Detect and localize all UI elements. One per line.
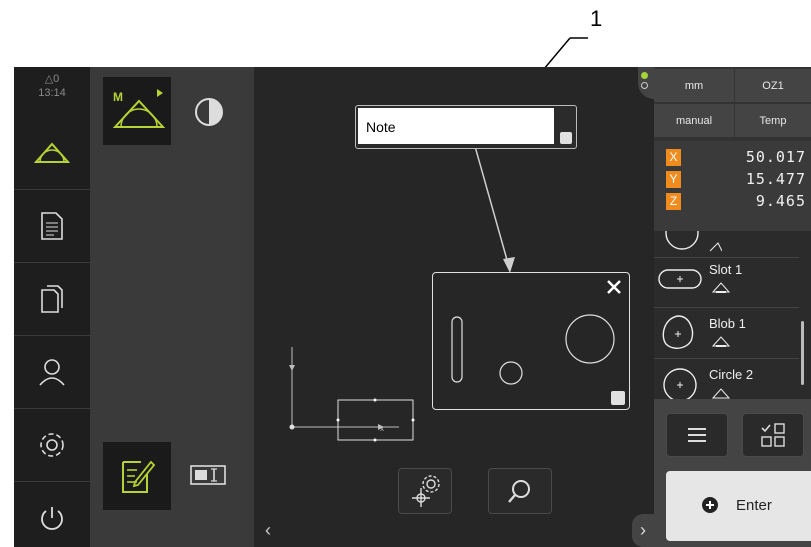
chevron-right-icon: › — [640, 520, 646, 540]
temperature-toggle[interactable]: Temp — [735, 104, 811, 137]
inspector-panel: mm OZ1 manual Temp X 50.017 Y 15.477 Z 9… — [654, 67, 811, 547]
sidebar-item-power[interactable] — [14, 482, 90, 547]
list-item[interactable]: Slot 1 — [654, 257, 799, 308]
note-resize-handle[interactable] — [560, 132, 572, 144]
contrast-icon[interactable] — [194, 97, 224, 127]
position-display: X 50.017 Y 15.477 Z 9.465 — [654, 141, 811, 231]
manual-measure-icon: M — [111, 87, 165, 135]
device-screen: △0 13:14 M x Note ‹ › mm OZ1 manual Temp… — [14, 67, 811, 547]
svg-text:x: x — [380, 424, 384, 433]
unit-toggle[interactable]: mm — [654, 69, 734, 102]
note-annotation[interactable]: Note — [355, 105, 577, 149]
expand-right-button[interactable]: › — [632, 514, 654, 547]
feature-label: Slot 1 — [709, 262, 743, 277]
axis-value: 50.017 — [745, 148, 806, 166]
menu-icon — [686, 427, 708, 443]
zoom-icon — [507, 478, 533, 504]
warning-count[interactable]: △0 — [14, 72, 90, 85]
position-settings-icon — [408, 474, 442, 508]
zoom-button[interactable] — [488, 468, 552, 514]
sidebar-item-file-management[interactable] — [14, 263, 90, 336]
feature-select-button[interactable] — [742, 413, 804, 457]
note-text: Note — [366, 119, 396, 135]
measure-icon — [34, 140, 70, 166]
position-row-x: X 50.017 — [666, 148, 806, 168]
feature-list[interactable]: Slot 1 Blob 1 Circle 2 — [654, 231, 811, 399]
sidebar-item-protocol[interactable] — [14, 190, 90, 263]
clock: 13:14 — [38, 87, 66, 99]
action-area: Enter — [654, 399, 811, 547]
circle-icon — [662, 367, 698, 399]
sidebar-item-settings[interactable] — [14, 409, 90, 482]
preview-resize-handle[interactable] — [611, 391, 625, 405]
feature-label: Blob 1 — [709, 316, 746, 331]
position-row-z: Z 9.465 — [666, 192, 806, 212]
tools-panel: M — [90, 67, 254, 547]
sidebar-item-measure[interactable] — [14, 117, 90, 190]
coordinate-system-toggle[interactable]: OZ1 — [735, 69, 811, 102]
svg-text:M: M — [113, 90, 123, 104]
measured-icon — [712, 281, 730, 293]
enter-label: Enter — [736, 497, 772, 514]
slot-icon — [658, 267, 702, 291]
feature-select-icon — [761, 423, 785, 447]
manual-measure-button[interactable]: M — [103, 77, 171, 145]
axis-label: X — [666, 149, 681, 166]
menu-button[interactable] — [666, 413, 728, 457]
position-settings-button[interactable] — [398, 468, 452, 514]
list-item[interactable]: Blob 1 — [654, 308, 799, 359]
list-item[interactable]: Circle 2 — [654, 359, 799, 399]
feature-list-scrollbar[interactable] — [801, 321, 804, 385]
sidebar-item-user-login[interactable] — [14, 336, 90, 409]
measured-icon — [712, 335, 730, 347]
file-icon — [40, 284, 64, 314]
blob-icon — [660, 314, 696, 352]
feature-preview-drawing — [451, 314, 615, 385]
collapse-left-button[interactable]: ‹ — [258, 514, 278, 547]
measured-icon — [712, 387, 730, 399]
status-area: △0 13:14 — [14, 67, 90, 117]
main-menu-sidebar: △0 13:14 — [14, 67, 90, 547]
axis-value: 9.465 — [755, 192, 806, 210]
status-led-inactive — [641, 82, 648, 89]
feature-preview-window[interactable] — [432, 272, 630, 410]
protocol-icon — [40, 211, 64, 241]
note-text-field[interactable]: Note — [358, 108, 554, 144]
user-icon — [37, 357, 67, 387]
axis-label: Y — [666, 171, 681, 188]
plus-icon — [702, 497, 718, 513]
status-led-active — [641, 72, 648, 79]
chevron-left-icon: ‹ — [265, 520, 271, 540]
feature-label: Circle 2 — [709, 367, 754, 382]
enter-button[interactable]: Enter — [666, 471, 811, 541]
annotation-icon — [121, 456, 155, 494]
axis-label: Z — [666, 193, 681, 210]
axis-value: 15.477 — [745, 170, 806, 188]
mode-toggle[interactable]: manual — [654, 104, 734, 137]
annotation-button[interactable] — [103, 442, 171, 510]
power-icon — [38, 504, 66, 532]
settings-icon — [38, 431, 66, 459]
list-item[interactable] — [654, 231, 799, 258]
measurement-workspace: x Note ‹ › — [254, 67, 654, 547]
position-row-y: Y 15.477 — [666, 170, 806, 190]
text-field-icon[interactable] — [190, 463, 226, 487]
